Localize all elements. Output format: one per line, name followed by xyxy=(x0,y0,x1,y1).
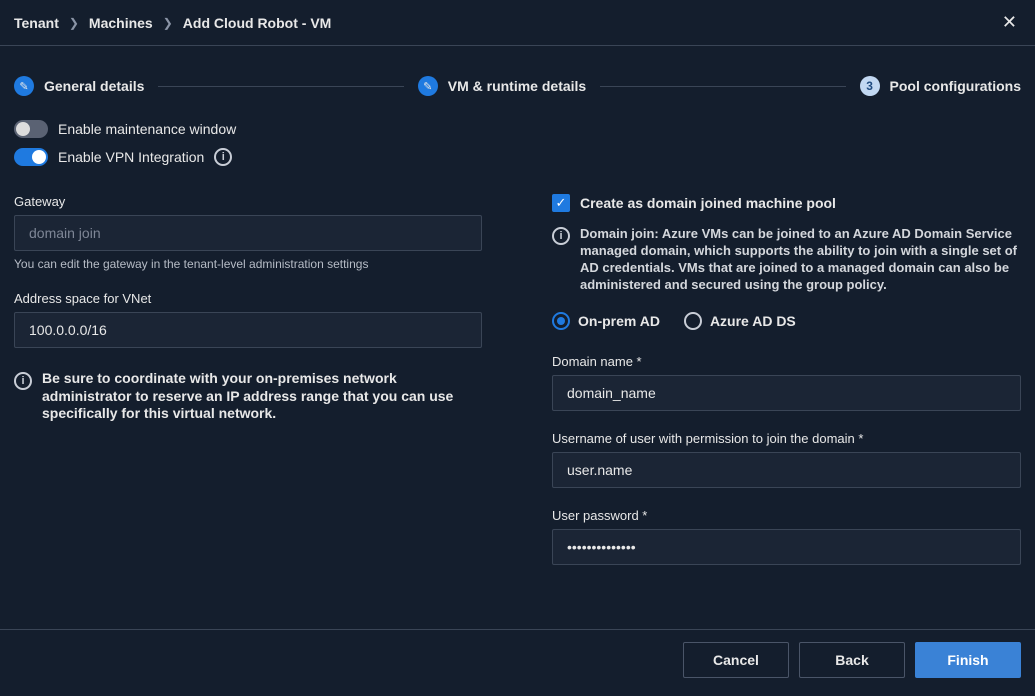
domain-name-input[interactable] xyxy=(552,375,1021,411)
radio-label: On-prem AD xyxy=(578,313,660,329)
finish-button[interactable]: Finish xyxy=(915,642,1021,678)
toggle-vpn-integration[interactable]: Enable VPN Integration i xyxy=(14,148,1021,166)
step-label: Pool configurations xyxy=(890,78,1021,94)
breadcrumb-current: Add Cloud Robot - VM xyxy=(183,15,332,31)
switch-on[interactable] xyxy=(14,148,48,166)
radio-label: Azure AD DS xyxy=(710,313,796,329)
toggle-maintenance-window[interactable]: Enable maintenance window xyxy=(14,120,1021,138)
radio-on-prem-ad[interactable]: On-prem AD xyxy=(552,312,660,330)
radio-unselected-icon xyxy=(684,312,702,330)
chevron-right-icon: ❯ xyxy=(69,16,79,30)
pencil-icon: ✎ xyxy=(418,76,438,96)
checkbox-checked-icon[interactable]: ✓ xyxy=(552,194,570,212)
domain-join-note: Domain join: Azure VMs can be joined to … xyxy=(580,226,1021,294)
step-line xyxy=(600,86,845,87)
step-label: General details xyxy=(44,78,144,94)
footer-actions: Cancel Back Finish xyxy=(0,629,1035,696)
radio-azure-ad-ds[interactable]: Azure AD DS xyxy=(684,312,796,330)
domain-username-label: Username of user with permission to join… xyxy=(552,431,1021,446)
gateway-helper: You can edit the gateway in the tenant-l… xyxy=(14,257,482,271)
cancel-button[interactable]: Cancel xyxy=(683,642,789,678)
info-icon[interactable]: i xyxy=(214,148,232,166)
toggle-label: Enable maintenance window xyxy=(58,121,236,137)
breadcrumb-tenant[interactable]: Tenant xyxy=(14,15,59,31)
stepper: ✎ General details ✎ VM & runtime details… xyxy=(0,46,1035,120)
step-line xyxy=(158,86,403,87)
breadcrumb-machines[interactable]: Machines xyxy=(89,15,153,31)
step-label: VM & runtime details xyxy=(448,78,586,94)
domain-name-label: Domain name * xyxy=(552,354,1021,369)
info-icon: i xyxy=(14,372,32,390)
radio-selected-icon xyxy=(552,312,570,330)
domain-username-input[interactable] xyxy=(552,452,1021,488)
close-icon[interactable]: ✕ xyxy=(998,12,1021,33)
user-password-input[interactable] xyxy=(552,529,1021,565)
toggle-label: Enable VPN Integration xyxy=(58,149,204,165)
breadcrumb: Tenant ❯ Machines ❯ Add Cloud Robot - VM… xyxy=(0,0,1035,46)
gateway-input xyxy=(14,215,482,251)
create-domain-joined-checkbox-row[interactable]: ✓ Create as domain joined machine pool xyxy=(552,194,1021,212)
user-password-label: User password * xyxy=(552,508,1021,523)
address-space-input[interactable] xyxy=(14,312,482,348)
switch-off[interactable] xyxy=(14,120,48,138)
step-pool-config: 3 Pool configurations xyxy=(860,76,1021,96)
gateway-label: Gateway xyxy=(14,194,482,209)
address-space-label: Address space for VNet xyxy=(14,291,482,306)
step-general-details[interactable]: ✎ General details xyxy=(14,76,144,96)
checkbox-label: Create as domain joined machine pool xyxy=(580,195,836,211)
back-button[interactable]: Back xyxy=(799,642,905,678)
coordination-note: Be sure to coordinate with your on-premi… xyxy=(42,370,482,423)
step-number-badge: 3 xyxy=(860,76,880,96)
step-vm-runtime[interactable]: ✎ VM & runtime details xyxy=(418,76,586,96)
pencil-icon: ✎ xyxy=(14,76,34,96)
info-icon: i xyxy=(552,227,570,245)
chevron-right-icon: ❯ xyxy=(163,16,173,30)
